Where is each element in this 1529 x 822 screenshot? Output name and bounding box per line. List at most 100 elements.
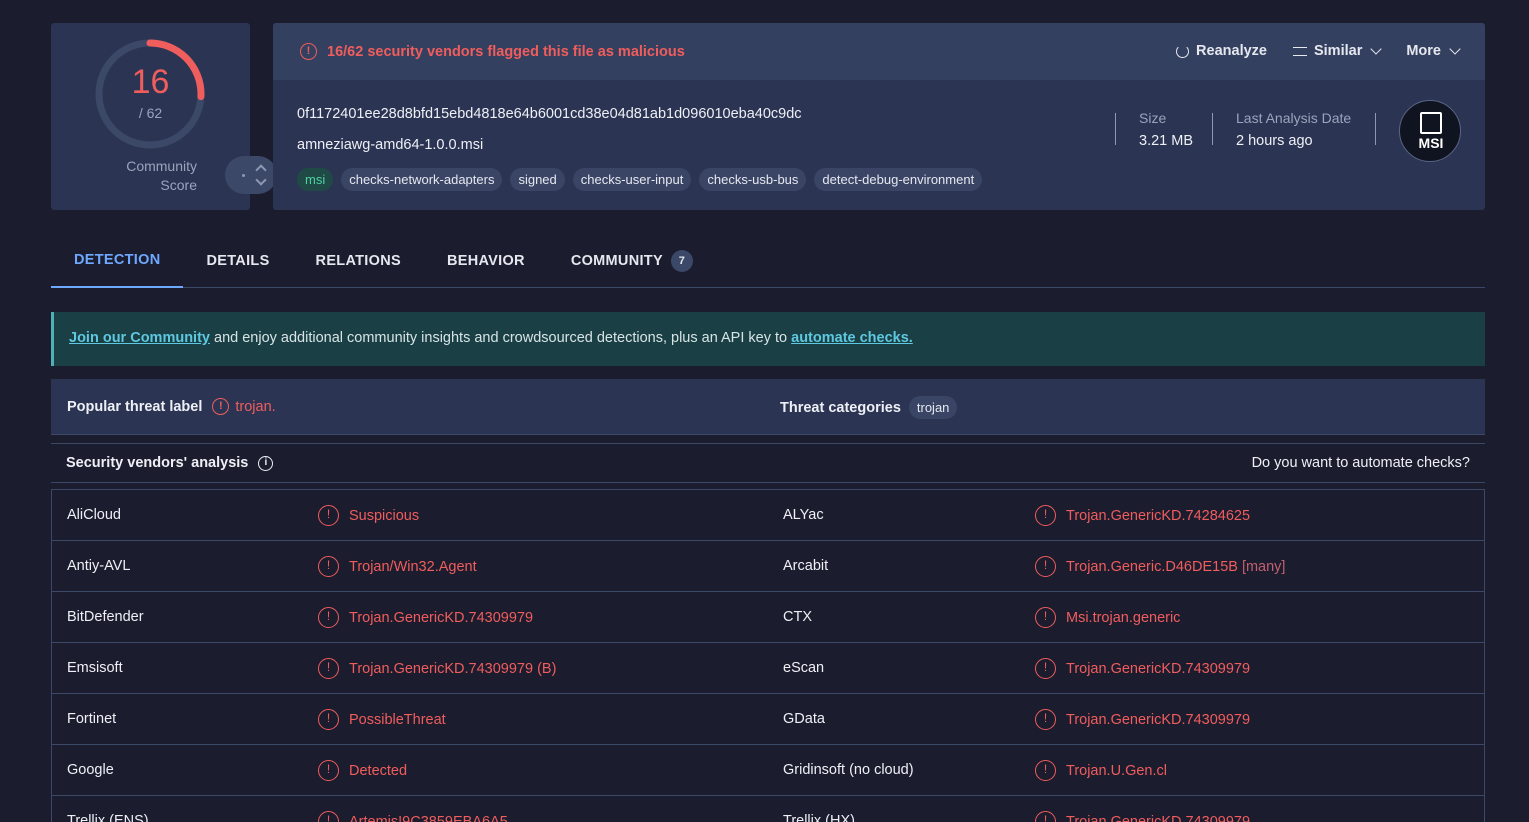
chevron-down-icon: [1370, 42, 1383, 55]
detection-label: Trojan.GenericKD.74309979: [1066, 813, 1251, 822]
vendor-result: ! Trojan.GenericKD.74309979: [1035, 658, 1250, 679]
table-row: Trellix (ENS)! Artemis!9C3859EBA6A5 Trelli…: [52, 795, 1484, 822]
detection-count: 16: [131, 63, 170, 101]
vendor-name: Google: [67, 762, 114, 778]
similar-dropdown[interactable]: Similar: [1292, 42, 1383, 59]
msi-file-icon: MSI: [1399, 100, 1461, 162]
tab-community[interactable]: COMMUNITY 7: [548, 246, 716, 288]
vendor-name: Antiy-AVL: [67, 558, 131, 574]
vendor-result: ! Detected: [318, 760, 407, 781]
vendor-name: AliCloud: [67, 507, 121, 523]
threat-summary: Popular threat label ! trojan. Threat ca…: [51, 379, 1485, 435]
engine-total: / 62: [138, 105, 163, 121]
vendors-analysis-title: Security vendors' analysis i: [66, 455, 274, 471]
similar-icon: [1292, 46, 1307, 56]
detection-label: Suspicious: [349, 507, 420, 524]
detection-label: Msi.trojan.generic: [1066, 609, 1181, 626]
detection-label: PossibleThreat: [349, 711, 446, 728]
vendor-result: ! Trojan.Generic.D46DE15B [many]: [1035, 556, 1285, 577]
vendor-result: ! PossibleThreat: [318, 709, 446, 730]
alert-circle-icon: !: [212, 398, 230, 415]
divider: [1212, 113, 1213, 145]
detection-score-card: 16 / 62 Community Score: [51, 23, 277, 210]
alert-circle-icon: !: [1035, 811, 1056, 822]
info-icon[interactable]: i: [258, 455, 274, 471]
alert-circle-icon: !: [1035, 658, 1056, 679]
tab-relations[interactable]: RELATIONS: [293, 246, 424, 288]
chevron-down-icon: [1449, 42, 1461, 55]
divider: [1115, 113, 1116, 145]
detection-label: Trojan.GenericKD.74309979: [1066, 660, 1251, 677]
file-hash[interactable]: 0f1172401ee28d8bfd15ebd4818e64b6001cd38e…: [297, 106, 802, 122]
vendor-result: ! Trojan/Win32.Agent: [318, 556, 477, 577]
vendor-result: ! Artemis!9C3859EBA6A5: [318, 811, 508, 822]
tab-details[interactable]: DETAILS: [183, 246, 292, 288]
tag[interactable]: detect-debug-environment: [814, 168, 983, 191]
alert-circle-icon: !: [318, 760, 339, 781]
vendor-result: ! Suspicious: [318, 505, 419, 526]
vendor-result: ! Msi.trojan.generic: [1035, 607, 1180, 628]
detection-label: Trojan.Generic.D46DE15B: [1066, 558, 1238, 575]
alert-circle-icon: !: [318, 556, 339, 577]
vendor-name: Trellix (ENS): [67, 813, 149, 822]
file-info-card: ! 16/62 security vendors flagged this fi…: [273, 23, 1485, 210]
table-row: AliCloud! Suspicious ALYac ! Trojan.GenericK…: [52, 489, 1484, 540]
vendor-name: CTX: [783, 609, 812, 625]
vote-down-icon[interactable]: [255, 174, 267, 186]
table-row: Emsisoft! Trojan.GenericKD.74309979 (B) eS…: [52, 642, 1484, 693]
automate-checks-link[interactable]: Do you want to automate checks?: [1252, 455, 1470, 471]
vendor-result: ! Trojan.GenericKD.74284625: [1035, 505, 1250, 526]
tag[interactable]: msi: [297, 168, 334, 191]
alert-circle-icon: !: [1035, 505, 1056, 526]
malicious-alert: ! 16/62 security vendors flagged this fi…: [300, 43, 685, 60]
more-dropdown[interactable]: More: [1406, 42, 1461, 59]
detection-label: Trojan/Win32.Agent: [349, 558, 477, 575]
reload-icon: [1176, 44, 1190, 58]
detection-label: Detected: [349, 762, 408, 779]
alert-circle-icon: !: [300, 43, 317, 60]
vendor-result: ! Trojan.GenericKD.74309979: [1035, 811, 1250, 822]
table-row: Google! Detected Gridinsoft (no cloud)! Tro…: [52, 744, 1484, 795]
divider: [1375, 113, 1376, 145]
vendor-result: ! Trojan.GenericKD.74309979 (B): [318, 658, 556, 679]
size-label: Size: [1139, 110, 1167, 126]
alert-circle-icon: !: [318, 658, 339, 679]
table-row: BitDefender! Trojan.GenericKD.74309979 CTX…: [52, 591, 1484, 642]
detection-label: Trojan.GenericKD.74309979 (B): [349, 660, 557, 677]
alert-circle-icon: !: [1035, 556, 1056, 577]
tab-bar: DETECTION DETAILS RELATIONS BEHAVIOR COM…: [51, 246, 1485, 288]
threat-categories: Threat categories trojan: [780, 396, 958, 419]
tag[interactable]: checks-usb-bus: [699, 168, 807, 191]
vendor-name: Trellix (HX): [783, 813, 855, 822]
community-count-badge: 7: [670, 250, 693, 272]
info-header: ! 16/62 security vendors flagged this fi…: [273, 23, 1485, 80]
detection-label: Artemis!9C3859EBA6A5: [349, 813, 508, 822]
popular-threat-label: Popular threat label ! trojan.: [67, 398, 276, 415]
alert-circle-icon: !: [318, 505, 339, 526]
community-vote-control[interactable]: [225, 156, 277, 194]
automate-checks-link[interactable]: automate checks.: [791, 330, 913, 346]
tag[interactable]: signed: [510, 168, 565, 191]
document-icon: [1420, 112, 1442, 134]
tab-behavior[interactable]: BEHAVIOR: [424, 246, 548, 288]
tag[interactable]: checks-network-adapters: [341, 168, 503, 191]
vendor-result: ! Trojan.U.Gen.cl: [1035, 760, 1167, 781]
detection-label: Trojan.GenericKD.74309979: [349, 609, 534, 626]
alert-circle-icon: !: [1035, 760, 1056, 781]
vendors-analysis-header: Security vendors' analysis i Do you want…: [51, 443, 1485, 483]
alert-circle-icon: !: [1035, 607, 1056, 628]
threat-category-tag[interactable]: trojan: [908, 396, 958, 419]
vendor-name: ALYac: [783, 507, 824, 523]
join-community-link[interactable]: Join our Community: [69, 330, 210, 346]
tab-detection[interactable]: DETECTION: [51, 246, 184, 288]
tag[interactable]: checks-user-input: [572, 168, 692, 191]
vendor-name: BitDefender: [67, 609, 144, 625]
many-detections-label[interactable]: [many]: [1242, 559, 1286, 575]
file-name: amneziawg-amd64-1.0.0.msi: [297, 137, 484, 153]
banner-text: and enjoy additional community insights …: [209, 330, 792, 346]
alert-circle-icon: !: [318, 607, 339, 628]
size-value: 3.21 MB: [1139, 133, 1193, 149]
reanalyze-button[interactable]: Reanalyze: [1176, 43, 1267, 59]
vendor-name: Fortinet: [67, 711, 117, 727]
vendor-name: Arcabit: [783, 558, 829, 574]
